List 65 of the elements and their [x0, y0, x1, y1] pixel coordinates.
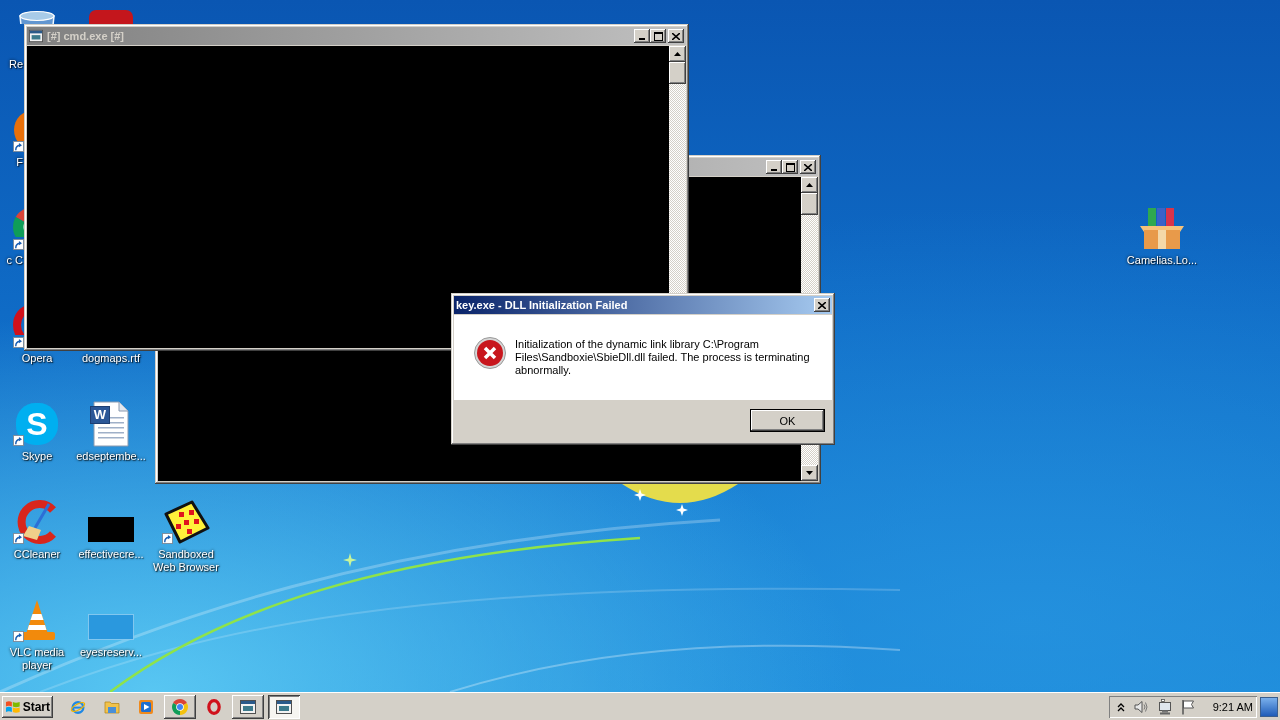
dotted-diamond-icon[interactable]: [162, 500, 210, 544]
close-button[interactable]: [814, 298, 830, 312]
close-icon: [672, 32, 680, 40]
maximize-button[interactable]: [650, 29, 666, 43]
play-icon: [138, 699, 154, 715]
scroll-up-button[interactable]: [669, 46, 686, 62]
minimize-icon: [639, 38, 645, 40]
e-orbit-icon: [70, 699, 86, 715]
w-logo: W: [90, 406, 110, 424]
minimize-button[interactable]: [766, 160, 782, 174]
up-arrow-icon: [806, 183, 813, 187]
icon-label[interactable]: dogmaps.rtf: [73, 352, 149, 365]
scroll-down-button[interactable]: [801, 465, 818, 481]
segmented-circle-icon: [172, 699, 188, 715]
show-desktop-button[interactable]: [1260, 697, 1278, 717]
flag-icon[interactable]: [1180, 699, 1195, 715]
close-icon: [804, 163, 812, 171]
icon-label[interactable]: CCleaner: [0, 548, 75, 561]
close-button[interactable]: [800, 160, 816, 174]
icon-label[interactable]: Opera: [0, 352, 75, 365]
icon-label[interactable]: c C: [6, 254, 23, 267]
taskbar-app-button[interactable]: [164, 695, 196, 719]
dialog-title: key.exe - DLL Initialization Failed: [456, 299, 628, 311]
icon-label[interactable]: Sandboxed Web Browser: [148, 548, 224, 574]
maximize-button[interactable]: [782, 160, 798, 174]
error-message: Initialization of the dynamic link library C:\Program Files\Sandboxie\SbieDll.dll failed. The process is terminating abnormally.: [515, 338, 811, 377]
speaker-icon[interactable]: [1132, 699, 1149, 715]
scroll-thumb[interactable]: [801, 193, 818, 215]
icon-label[interactable]: Re: [6, 58, 23, 71]
scroll-up-button[interactable]: [801, 177, 818, 193]
down-arrow-icon: [806, 471, 813, 475]
dialog-button[interactable]: OK: [750, 409, 825, 432]
console-window-icon: [240, 699, 256, 715]
four-pane-logo-icon: [5, 700, 21, 714]
icon-label[interactable]: Skype: [0, 450, 75, 463]
icon-label[interactable]: Camelias.Lo...: [1124, 254, 1200, 267]
taskbar-window-button[interactable]: [268, 695, 300, 719]
o-ring-icon: [207, 699, 221, 715]
close-icon: [818, 301, 826, 309]
app-tile-icon[interactable]: [89, 10, 133, 24]
clock[interactable]: 9:21 AM: [1212, 701, 1253, 713]
folder-icon: [104, 700, 120, 714]
start-button[interactable]: Start: [2, 696, 53, 718]
s-cloud-logo[interactable]: S: [16, 403, 58, 445]
taskbar-window-button[interactable]: [232, 695, 264, 719]
c-broom-icon[interactable]: [15, 500, 59, 544]
error-icon: [474, 337, 506, 369]
chevron-up-icon[interactable]: [1116, 702, 1125, 712]
minimize-icon: [771, 169, 777, 171]
maximize-icon: [785, 162, 795, 172]
scroll-thumb[interactable]: [669, 62, 686, 84]
minimize-button[interactable]: [634, 29, 650, 43]
icon-label[interactable]: effectivecre...: [73, 548, 149, 561]
icon-label[interactable]: edseptembe...: [73, 450, 149, 463]
window-title: [#] cmd.exe [#]: [47, 30, 125, 42]
console-window-icon: [276, 699, 292, 715]
icon-label[interactable]: F: [6, 156, 23, 169]
console-window-icon: [29, 29, 43, 43]
image-thumbnail[interactable]: [88, 614, 134, 640]
image-thumbnail[interactable]: [88, 517, 134, 542]
network-icon[interactable]: [1156, 699, 1173, 715]
up-arrow-icon: [674, 52, 681, 56]
close-button[interactable]: [668, 29, 684, 43]
maximize-icon: [653, 31, 663, 41]
books-box-icon[interactable]: [1138, 206, 1186, 250]
